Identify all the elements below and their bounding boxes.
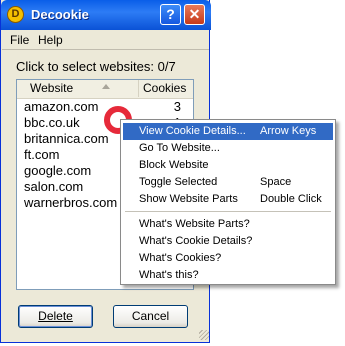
menu-item-label: Show Website Parts [139, 193, 238, 205]
menu-item-label: Block Website [139, 159, 209, 171]
menu-item-label: What's Cookie Details? [139, 235, 253, 247]
sort-ascending-icon [102, 84, 110, 89]
context-menu-item[interactable]: Block Website [123, 157, 333, 174]
cookie-count: 3 [173, 99, 181, 114]
website-name: amazon.com [24, 99, 99, 114]
column-cookies-label: Cookies [143, 81, 187, 95]
context-menu-item[interactable]: What's Website Parts? [123, 216, 333, 233]
context-menu-divider [125, 211, 331, 212]
cancel-button-label: Cancel [131, 309, 170, 323]
website-name: google.com [24, 163, 92, 178]
window-title: Decookie [31, 7, 89, 22]
menu-item-shortcut: Double Click [260, 193, 322, 205]
menu-help[interactable]: Help [38, 33, 63, 47]
menu-item-label: Toggle Selected [139, 176, 218, 188]
menu-item-label: What's Website Parts? [139, 218, 250, 230]
resize-grip-icon[interactable] [199, 330, 209, 340]
cancel-button[interactable]: Cancel [113, 305, 188, 328]
delete-button[interactable]: Delete [18, 305, 93, 328]
menu-item-shortcut: Space [260, 176, 292, 188]
website-name: britannica.com [24, 131, 109, 146]
delete-button-label: Delete [38, 309, 73, 323]
context-menu-item[interactable]: Show Website Parts Double Click [123, 191, 333, 208]
menu-divider [2, 49, 209, 50]
website-name: warnerbros.com [24, 195, 118, 210]
title-bar[interactable]: D Decookie ? ✕ [1, 0, 211, 30]
menu-item-label: What's this? [139, 269, 199, 281]
context-menu: View Cookie Details... Arrow Keys Go To We… [120, 119, 336, 285]
help-button[interactable]: ? [160, 4, 181, 25]
menu-item-label: Go To Website... [139, 142, 220, 154]
context-menu-item[interactable]: Go To Website... [123, 140, 333, 157]
cookie-app-icon: D [7, 6, 24, 23]
close-button[interactable]: ✕ [184, 4, 205, 25]
context-menu-item[interactable]: What's this? [123, 267, 333, 284]
menu-item-shortcut: Arrow Keys [260, 125, 317, 137]
website-name: bbc.co.uk [24, 115, 80, 130]
column-header-cookies[interactable]: Cookies [139, 80, 193, 97]
list-header: Website Cookies [17, 80, 193, 99]
context-menu-item[interactable]: What's Cookies? [123, 250, 333, 267]
context-menu-item[interactable]: Toggle Selected Space [123, 174, 333, 191]
menu-item-label: View Cookie Details... [139, 125, 246, 137]
menu-file[interactable]: File [10, 33, 29, 47]
menu-bar: File Help [2, 30, 209, 49]
selection-prompt: Click to select websites: 0/7 [16, 59, 176, 74]
column-website-label: Website [30, 81, 74, 95]
menu-item-label: What's Cookies? [139, 252, 222, 264]
context-menu-item[interactable]: What's Cookie Details? [123, 233, 333, 250]
column-header-website[interactable]: Website [17, 80, 139, 97]
website-name: ft.com [24, 147, 60, 162]
website-name: salon.com [24, 179, 84, 194]
context-menu-item[interactable]: View Cookie Details... Arrow Keys [123, 123, 333, 140]
